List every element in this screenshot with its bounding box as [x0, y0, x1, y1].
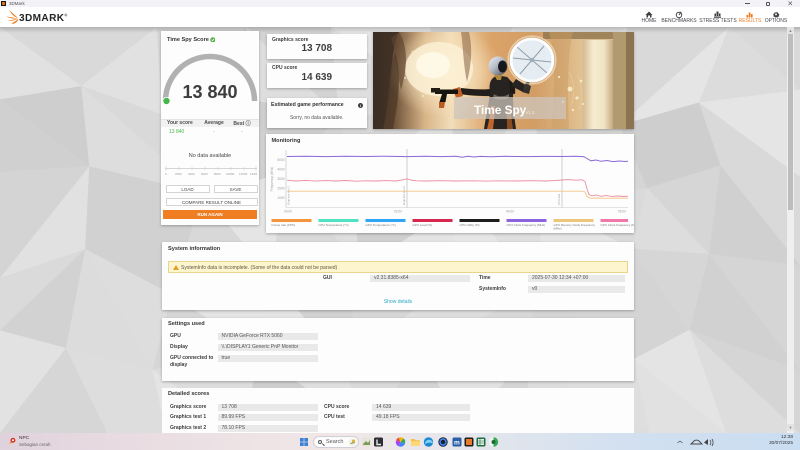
- svg-text:m: m: [454, 439, 460, 446]
